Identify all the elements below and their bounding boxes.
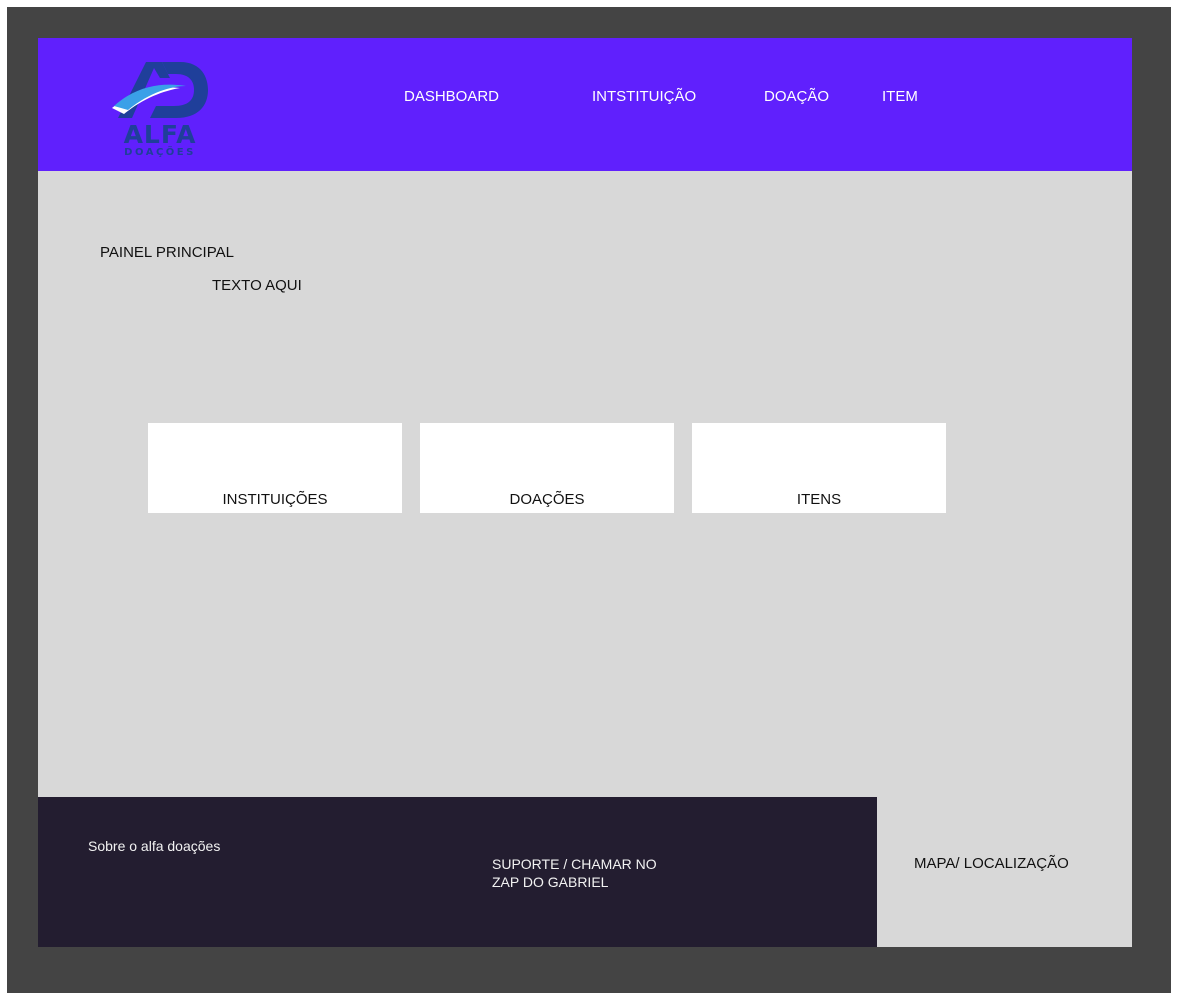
- page-subtitle: TEXTO AQUI: [212, 277, 302, 294]
- card-instituicoes[interactable]: INSTITUIÇÕES: [148, 423, 402, 513]
- nav-item[interactable]: ITEM: [882, 88, 918, 106]
- card-label: INSTITUIÇÕES: [222, 491, 328, 508]
- page-frame: ALFA DOAÇÕES DASHBOARD INTSTITUIÇÃO DOAÇ…: [38, 38, 1132, 947]
- logo-tagline: DOAÇÕES: [124, 147, 196, 158]
- footer-support-link[interactable]: SUPORTE / CHAMAR NO ZAP DO GABRIEL: [492, 855, 657, 891]
- app-background: ALFA DOAÇÕES DASHBOARD INTSTITUIÇÃO DOAÇ…: [7, 7, 1171, 993]
- nav-instituicao[interactable]: INTSTITUIÇÃO: [592, 88, 696, 106]
- alfa-doacoes-logo[interactable]: ALFA DOAÇÕES: [110, 56, 210, 164]
- support-line-2: ZAP DO GABRIEL: [492, 874, 609, 890]
- support-line-1: SUPORTE / CHAMAR NO: [492, 856, 657, 872]
- footer: Sobre o alfa doações SUPORTE / CHAMAR NO…: [38, 797, 877, 947]
- page-title: PAINEL PRINCIPAL: [100, 244, 234, 261]
- logo-mark-icon: [112, 62, 208, 118]
- card-label: DOAÇÕES: [509, 491, 585, 508]
- card-doacoes[interactable]: DOAÇÕES: [420, 423, 674, 513]
- map-location-area[interactable]: MAPA/ LOCALIZAÇÃO: [877, 797, 1132, 947]
- nav-dashboard[interactable]: DASHBOARD: [404, 88, 499, 106]
- logo-name: ALFA: [123, 120, 197, 149]
- map-location-label: MAPA/ LOCALIZAÇÃO: [914, 855, 1069, 872]
- card-itens[interactable]: ITENS: [692, 423, 946, 513]
- footer-about-link[interactable]: Sobre o alfa doações: [88, 838, 220, 854]
- card-label: ITENS: [796, 491, 842, 508]
- top-header: ALFA DOAÇÕES DASHBOARD INTSTITUIÇÃO DOAÇ…: [38, 38, 1132, 171]
- nav-doacao[interactable]: DOAÇÃO: [764, 88, 829, 106]
